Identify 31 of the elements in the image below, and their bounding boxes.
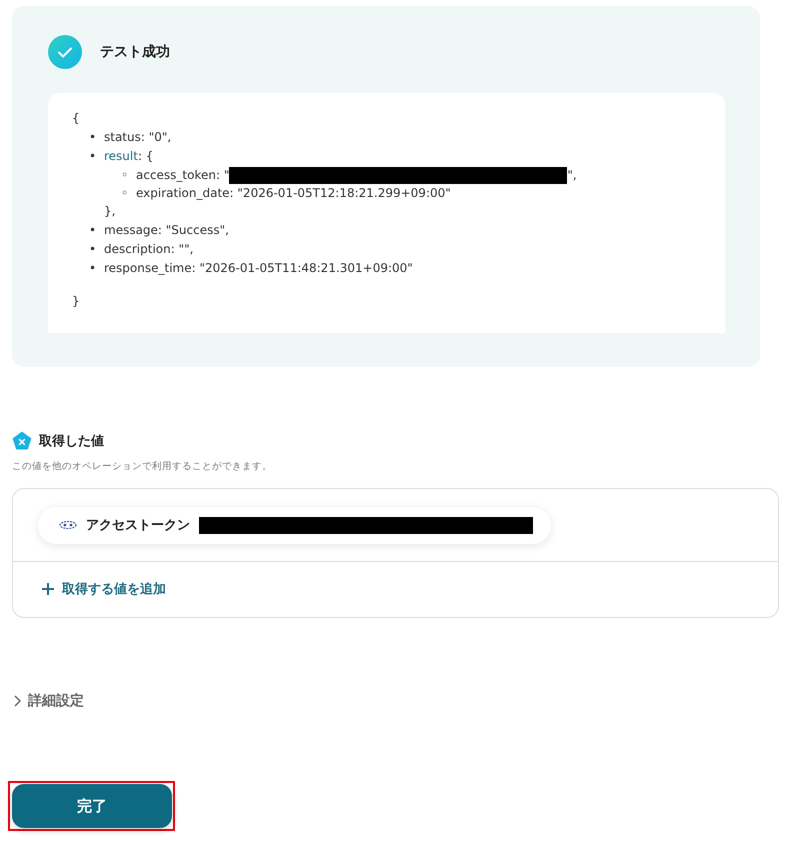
code-line: expiration_date: "2026-01-05T12:18:21.299+09:00" [136,184,451,202]
code-brace: } [72,293,81,310]
code-line: access_token: " [136,166,230,184]
bullet: ◦ [121,184,130,202]
result-title: テスト成功 [100,43,170,61]
add-value-button[interactable]: 取得する値を追加 [41,580,166,598]
check-icon [48,35,82,69]
bullet: • [89,241,98,258]
advanced-settings-toggle[interactable]: 詳細設定 [12,692,84,710]
plus-icon [41,582,55,596]
bullet: • [89,222,98,239]
bullet: • [89,148,98,165]
code-line: : { [138,148,154,165]
code-line: message: "Success", [104,222,229,239]
bullet: ◦ [121,166,130,184]
value-chip[interactable]: アクセストークン [38,506,551,544]
pentagon-icon [12,431,32,451]
code-brace: }, [103,203,116,220]
bullet: • [89,260,98,277]
code-line: description: "", [104,241,194,258]
service-logo-icon [59,520,77,530]
bullet: • [89,129,98,146]
section-title: 取得した値 [39,433,104,450]
code-key[interactable]: result [104,147,138,166]
done-button[interactable]: 完了 [12,784,172,828]
section-description: この値を他のオペレーションで利用することができます。 [12,460,273,473]
chevron-icon [12,694,22,708]
code-line: ", [567,166,577,184]
code-line: status: "0", [104,129,172,146]
code-brace: { [72,110,81,127]
code-line: response_time: "2026-01-05T11:48:21.301+09:00" [104,260,413,277]
